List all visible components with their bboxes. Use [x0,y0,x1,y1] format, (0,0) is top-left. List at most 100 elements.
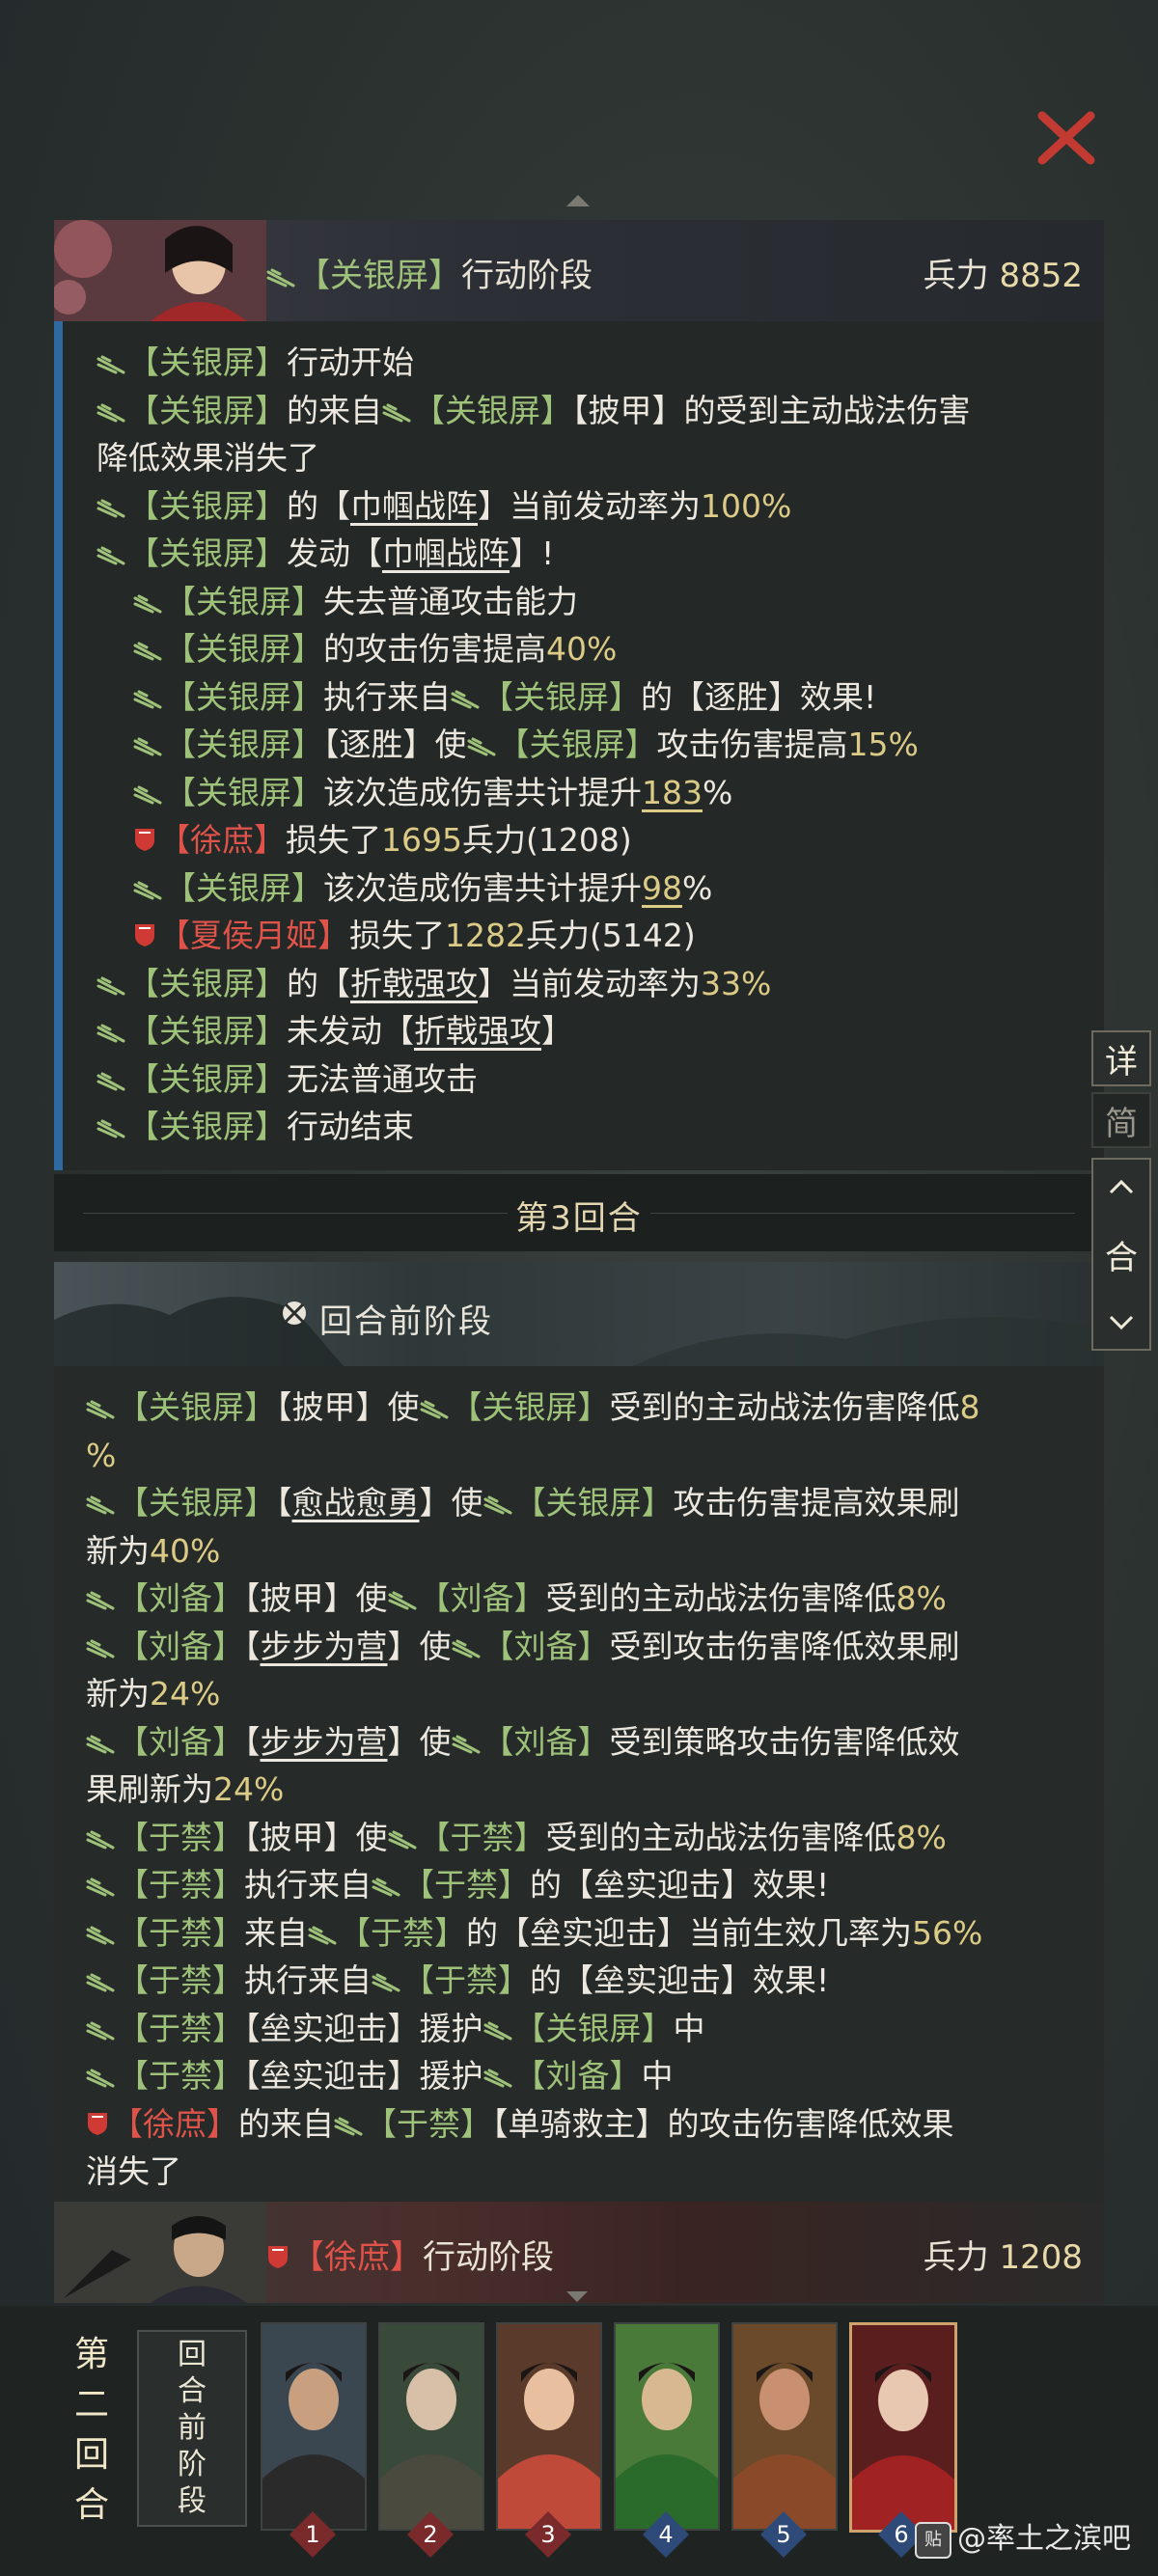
log-text: 兵力(1208) [461,821,632,859]
close-icon[interactable] [1033,104,1100,172]
hero-card[interactable] [496,2322,602,2531]
green-slash-icon [86,1400,115,1419]
skill-name: 愈战愈勇 [291,1484,420,1521]
enemy-unit-name: 【夏侯月姬】 [158,917,349,954]
skill-name: 折戟强攻 [350,964,478,1002]
skill-name: 巾帼战阵 [382,534,510,572]
next-action-title: 【徐庶】行动阶段 [266,2231,554,2278]
green-slash-icon [96,403,125,422]
log-line: 【关银屏】行动结束 [96,1103,1104,1151]
log-line: 新为24% [86,1670,1104,1718]
log-line: 【关银屏】失去普通攻击能力 [96,578,1104,626]
log-text: 【 [244,1627,261,1665]
unit-name: 【关银屏】 [127,1012,287,1050]
unit-name: 【于禁】 [402,1961,530,1999]
green-slash-icon [388,1830,416,1849]
detail-view-button[interactable]: 详 [1091,1030,1151,1086]
log-text: 】当前发动率为 [478,964,701,1002]
green-slash-icon [86,1495,115,1515]
green-slash-icon [133,594,162,613]
hero-card[interactable] [614,2322,720,2531]
log-text: 来自 [244,1913,308,1952]
next-action-header: 【徐庶】行动阶段 兵力 1208 [54,2202,1104,2303]
phase-label: 行动阶段 [461,257,593,295]
log-text: 】! [510,534,555,572]
log-text: 【 [244,1722,261,1761]
log-line: 【关银屏】【披甲】使 【关银屏】受到的主动战法伤害降低8 [86,1384,1104,1432]
hero-portrait [380,2324,482,2529]
highlight-value: 24% [150,1675,221,1713]
log-text: 中 [673,2009,705,2047]
log-text: 】当前发动率为 [478,486,701,525]
green-slash-icon [86,1591,115,1610]
unit-name: 【关银屏】 [164,726,323,763]
hero-card[interactable] [261,2322,367,2531]
green-slash-icon [133,881,162,899]
log-text: 损失了 [286,821,381,859]
unit-name: 【于禁】 [402,1866,530,1904]
log-text: 【逐胜】使 [323,726,467,763]
log-text: 受到的主动战法伤害降低 [609,1388,960,1426]
pre-round-banner: 回合前阶段 [54,1262,1104,1366]
highlight-value: 8% [896,1579,947,1617]
hero-card[interactable] [378,2322,484,2531]
log-text: 降低效果消失了 [96,439,319,477]
troops-label: 兵力 [923,257,989,295]
log-text: 【披甲】使 [244,1818,388,1856]
log-text: 】使 [387,1627,452,1665]
log-text: 的来自 [238,2104,334,2143]
log-text: 攻击伤害提高 [656,726,848,763]
action-section: 【关银屏】行动阶段 兵力 8852 【关银屏】行动开始 【关银屏】的来自 【关银屏】… [54,220,1104,1170]
log-text: % [703,773,733,811]
unit-name: 【关银屏】 [117,1484,276,1521]
log-text: 行动结束 [287,1108,414,1145]
green-slash-icon [96,1072,125,1090]
green-slash-icon [96,1024,125,1043]
log-text: 的【垒实迎击】效果! [530,1866,830,1904]
hero-card[interactable] [731,2322,838,2531]
chevron-down-icon[interactable] [1108,1314,1135,1331]
green-slash-icon [382,403,411,422]
hero-order-badge: 4 [642,2510,690,2559]
log-line: 【关银屏】行动开始 [96,339,1104,387]
log-text: 无法普通攻击 [287,1059,478,1098]
log-line: 【关银屏】该次造成伤害共计提升98% [96,864,1104,913]
highlight-value: 40% [150,1531,221,1570]
tieba-logo-icon: 贴 [915,2522,951,2559]
red-shield-icon [135,829,154,851]
green-slash-icon [266,268,295,288]
hero-name: 关银屏 [330,257,428,295]
log-text: 【披甲】使 [244,1579,388,1617]
log-line: 【关银屏】的【折戟强攻】当前发动率为33% [96,960,1104,1008]
log-text: 【单骑救主】的攻击伤害降低效果 [492,2104,954,2143]
log-text: 】 [541,1012,573,1050]
hero-portrait [498,2324,600,2529]
unit-name: 【关银屏】 [127,534,287,572]
green-slash-icon [133,785,162,804]
unit-name: 【于禁】 [117,1961,244,1999]
log-text: 【垒实迎击】援护 [244,2057,483,2095]
hero-card[interactable] [849,2322,957,2533]
log-text: 的【垒实迎击】当前生效几率为 [466,1913,912,1952]
unit-name: 【关银屏】 [164,630,323,668]
unit-name: 【于禁】 [117,1818,244,1856]
hero-portrait [54,220,266,321]
log-text: 的攻击伤害提高 [323,630,546,668]
log-text: 的【垒实迎击】效果! [530,1961,830,1999]
unit-name: 【刘备】 [117,1579,244,1617]
hero-order-badge: 1 [289,2510,337,2559]
green-slash-icon [467,737,495,756]
log-line: 【夏侯月姬】损失了1282兵力(5142) [96,912,1104,960]
pre-round-title: 回合前阶段 [319,1302,493,1341]
unit-name: 【于禁】 [418,1818,546,1856]
pre-phase-card[interactable]: 回合前阶段 [137,2330,247,2527]
log-text: 执行来自 [244,1866,372,1904]
log-text: % [682,868,713,907]
round-navigator: 合 [1091,1158,1151,1351]
simple-view-button[interactable]: 简 [1091,1092,1151,1148]
action-header-title: 【关银屏】行动阶段 [266,249,593,296]
next-action-section: 【徐庶】行动阶段 兵力 1208 [54,2202,1104,2303]
red-shield-icon [135,924,154,946]
green-slash-icon [308,1926,337,1944]
chevron-up-icon[interactable] [1108,1178,1135,1195]
